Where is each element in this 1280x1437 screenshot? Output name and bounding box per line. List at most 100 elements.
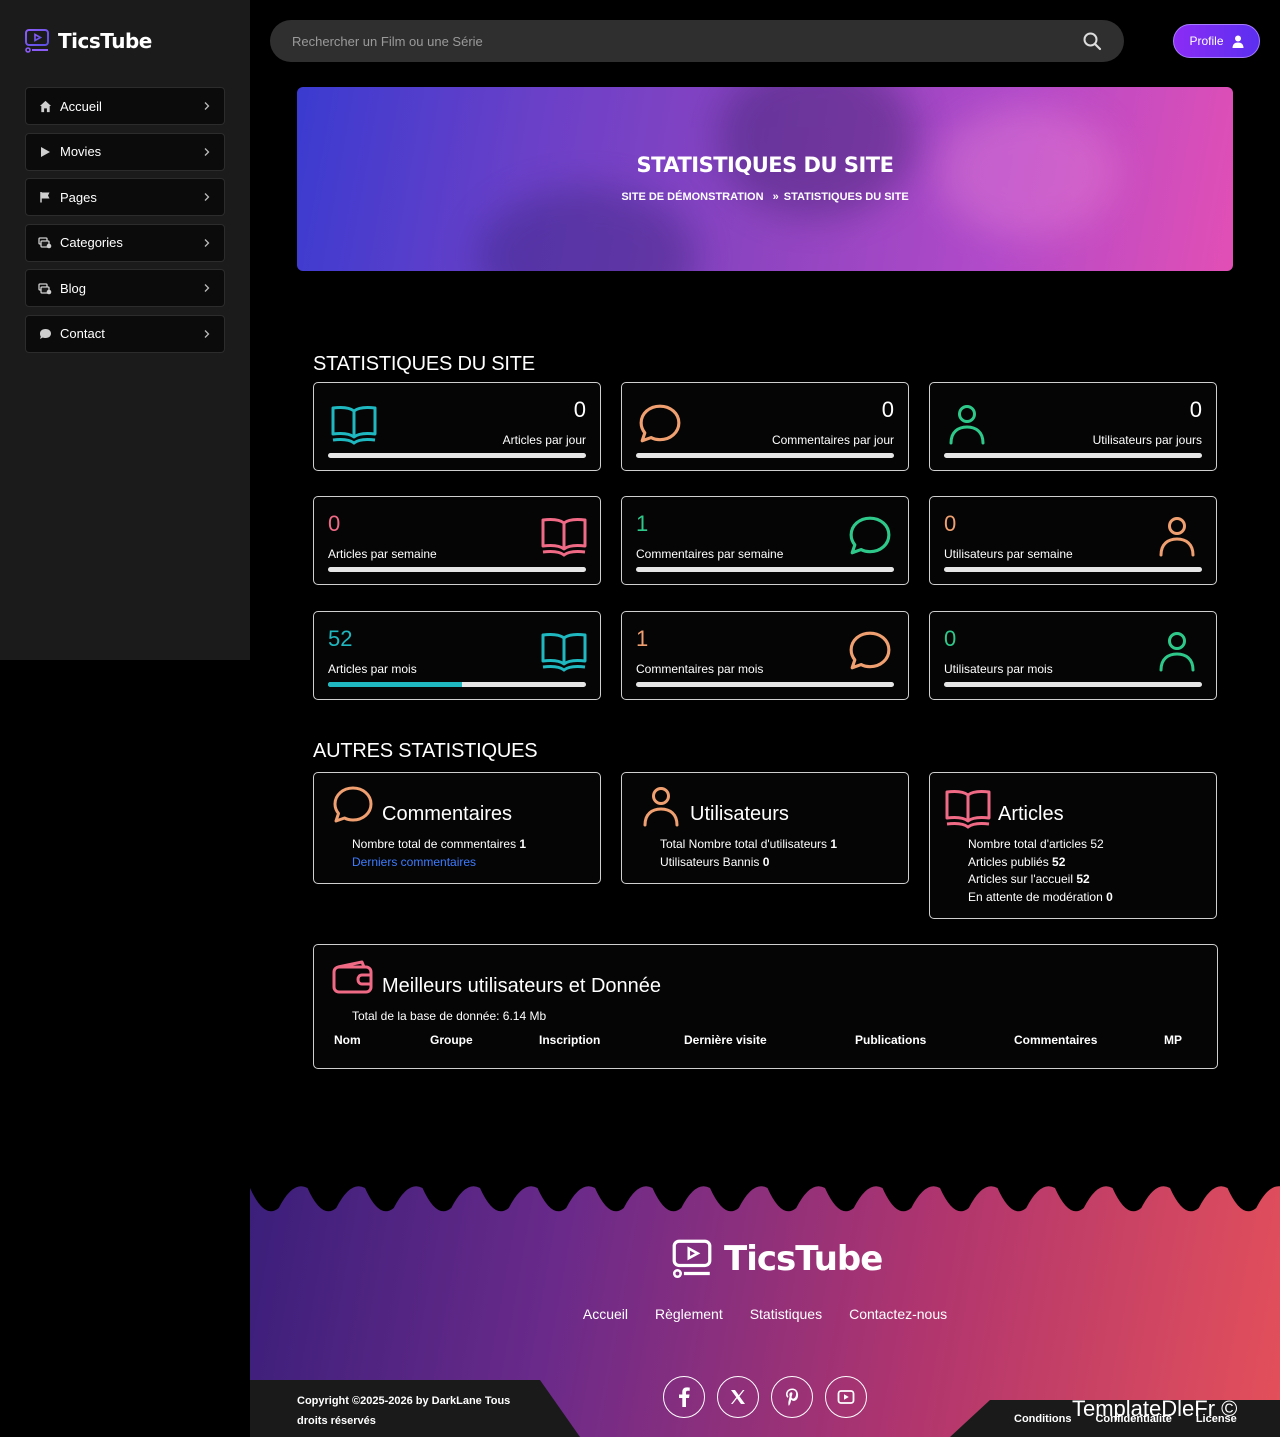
pinterest-button[interactable] <box>771 1376 813 1418</box>
stat-label: Articles par jour <box>502 433 586 447</box>
facebook-button[interactable] <box>663 1376 705 1418</box>
youtube-button[interactable] <box>825 1376 867 1418</box>
sidebar-nav: Accueil Movies Pages Categories Blog Con… <box>25 87 225 360</box>
sidebar-item-label: Blog <box>60 280 87 296</box>
articles-total: Nombre total d'articles 52 <box>968 837 1104 851</box>
stat-label: Commentaires par semaine <box>636 547 784 561</box>
db-size: Total de la base de donnée: 6.14 Mb <box>352 1009 547 1023</box>
watermark: TemplateDleFr © <box>1072 1396 1238 1421</box>
book-icon <box>540 630 587 676</box>
comment-icon <box>333 786 373 823</box>
stat-progress-bar <box>944 567 1202 572</box>
comments-total: Nombre total de commentaires 1 <box>352 837 527 851</box>
breadcrumb: SITE DE DÉMONSTRATION » STATISTIQUES DU … <box>297 191 1233 203</box>
logo[interactable]: TicsTube <box>24 28 152 54</box>
profile-button[interactable]: Profile <box>1173 24 1260 58</box>
users-stats-card: Utilisateurs Total Nombre total d'utilis… <box>621 772 909 884</box>
articles-stats-card: Articles Nombre total d'articles 52 Arti… <box>929 772 1217 919</box>
stat-label: Commentaires par mois <box>636 662 764 676</box>
page-title: STATISTIQUES DU SITE <box>636 153 894 177</box>
stat-progress-bar <box>944 682 1202 687</box>
stat-progress-fill <box>328 682 463 687</box>
section-title-other: AUTRES STATISTIQUES <box>313 740 538 762</box>
footer-link-contact[interactable]: Contactez-nous <box>849 1306 947 1322</box>
stat-progress-bar <box>328 682 586 687</box>
play-screen-icon <box>25 29 49 53</box>
breadcrumb-home[interactable]: SITE DE DÉMONSTRATION <box>621 191 763 203</box>
column-header[interactable]: Commentaires <box>1014 1033 1164 1047</box>
stat-value: 0 <box>1189 397 1202 422</box>
sidebar: TicsTube Accueil Movies Pages Categories… <box>0 0 250 660</box>
footer-link-accueil[interactable]: Accueil <box>583 1306 628 1322</box>
folders-icon <box>38 236 52 250</box>
page-banner: STATISTIQUES DU SITE SITE DE DÉMONSTRATI… <box>297 87 1233 271</box>
sidebar-item-accueil[interactable]: Accueil <box>25 87 225 125</box>
stat-progress-bar <box>944 453 1202 458</box>
users-total: Total Nombre total d'utilisateurs 1 <box>660 837 838 851</box>
sidebar-item-label: Movies <box>60 144 102 159</box>
user-icon <box>946 403 992 449</box>
stat-card: 0 Utilisateurs par semaine <box>929 496 1217 585</box>
book-icon <box>945 789 991 829</box>
articles-pending: En attente de modération 0 <box>968 889 1113 904</box>
sidebar-item-blog[interactable]: Blog <box>25 269 225 307</box>
stat-label: Utilisateurs par semaine <box>944 547 1073 561</box>
best-users-card: Meilleurs utilisateurs et Donnée Total d… <box>313 944 1218 1069</box>
users-card-title: Utilisateurs <box>690 803 789 825</box>
stat-label: Commentaires par jour <box>771 433 894 447</box>
copyright: Copyright ©2025-2026 by DarkLane Tous dr… <box>250 1380 580 1437</box>
legal-link-conditions[interactable]: Conditions <box>1014 1413 1071 1425</box>
column-header[interactable]: Dernière visite <box>684 1033 855 1047</box>
column-header[interactable]: Nom <box>334 1033 430 1047</box>
stat-value: 0 <box>944 511 957 536</box>
search-bar <box>270 20 1124 62</box>
stat-value: 0 <box>328 511 341 536</box>
sidebar-item-movies[interactable]: Movies <box>25 132 225 171</box>
stat-progress-bar <box>636 682 894 687</box>
footer-link-reglement[interactable]: Règlement <box>655 1306 723 1322</box>
folders-icon <box>38 281 52 295</box>
stat-label: Utilisateurs par mois <box>944 662 1053 676</box>
stat-progress-bar <box>328 453 586 458</box>
user-icon <box>643 787 679 827</box>
stat-card: 0 Articles par semaine <box>313 496 601 585</box>
sidebar-item-label: Pages <box>60 189 97 205</box>
stat-card: 1 Commentaires par mois <box>621 611 909 700</box>
column-header[interactable]: Publications <box>855 1033 1014 1047</box>
sidebar-item-pages[interactable]: Pages <box>25 178 225 216</box>
column-header[interactable]: Inscription <box>539 1033 684 1047</box>
stat-value: 0 <box>573 397 586 422</box>
x-button[interactable] <box>717 1376 759 1418</box>
users-banned: Utilisateurs Bannis 0 <box>660 854 770 869</box>
sidebar-item-categories[interactable]: Categories <box>25 223 225 262</box>
book-icon <box>540 515 587 561</box>
chevron-right-icon <box>204 238 210 247</box>
stat-value: 1 <box>636 511 649 536</box>
articles-card-title: Articles <box>998 803 1064 825</box>
stat-value: 1 <box>636 626 649 651</box>
breadcrumb-current: STATISTIQUES DU SITE <box>783 191 909 203</box>
user-icon <box>1156 630 1202 676</box>
book-icon <box>330 403 377 449</box>
footer-logo[interactable]: TicsTube <box>670 1238 883 1280</box>
stat-progress-bar <box>636 567 894 572</box>
search-input[interactable] <box>292 33 1082 49</box>
play-icon <box>38 145 52 159</box>
footer-logo-text: TicsTube <box>724 1239 883 1279</box>
section-title-stats: STATISTIQUES DU SITE <box>313 353 535 375</box>
youtube-icon <box>837 1390 855 1404</box>
search-icon[interactable] <box>1082 31 1102 51</box>
footer-link-statistiques[interactable]: Statistiques <box>750 1306 822 1322</box>
user-icon <box>1156 515 1202 561</box>
column-header[interactable]: MP <box>1164 1033 1204 1047</box>
chevron-right-icon <box>204 284 210 292</box>
latest-comments-link[interactable]: Derniers commentaires <box>352 854 526 872</box>
pinterest-icon <box>786 1388 799 1406</box>
footer-wave <box>250 1180 1280 1212</box>
footer-nav: Accueil Règlement Statistiques Contactez… <box>250 1306 1280 1322</box>
column-header[interactable]: Groupe <box>430 1033 539 1047</box>
sidebar-item-contact[interactable]: Contact <box>25 314 225 353</box>
home-icon <box>38 99 52 113</box>
logo-text: TicsTube <box>58 29 152 53</box>
best-users-title: Meilleurs utilisateurs et Donnée <box>382 975 662 997</box>
